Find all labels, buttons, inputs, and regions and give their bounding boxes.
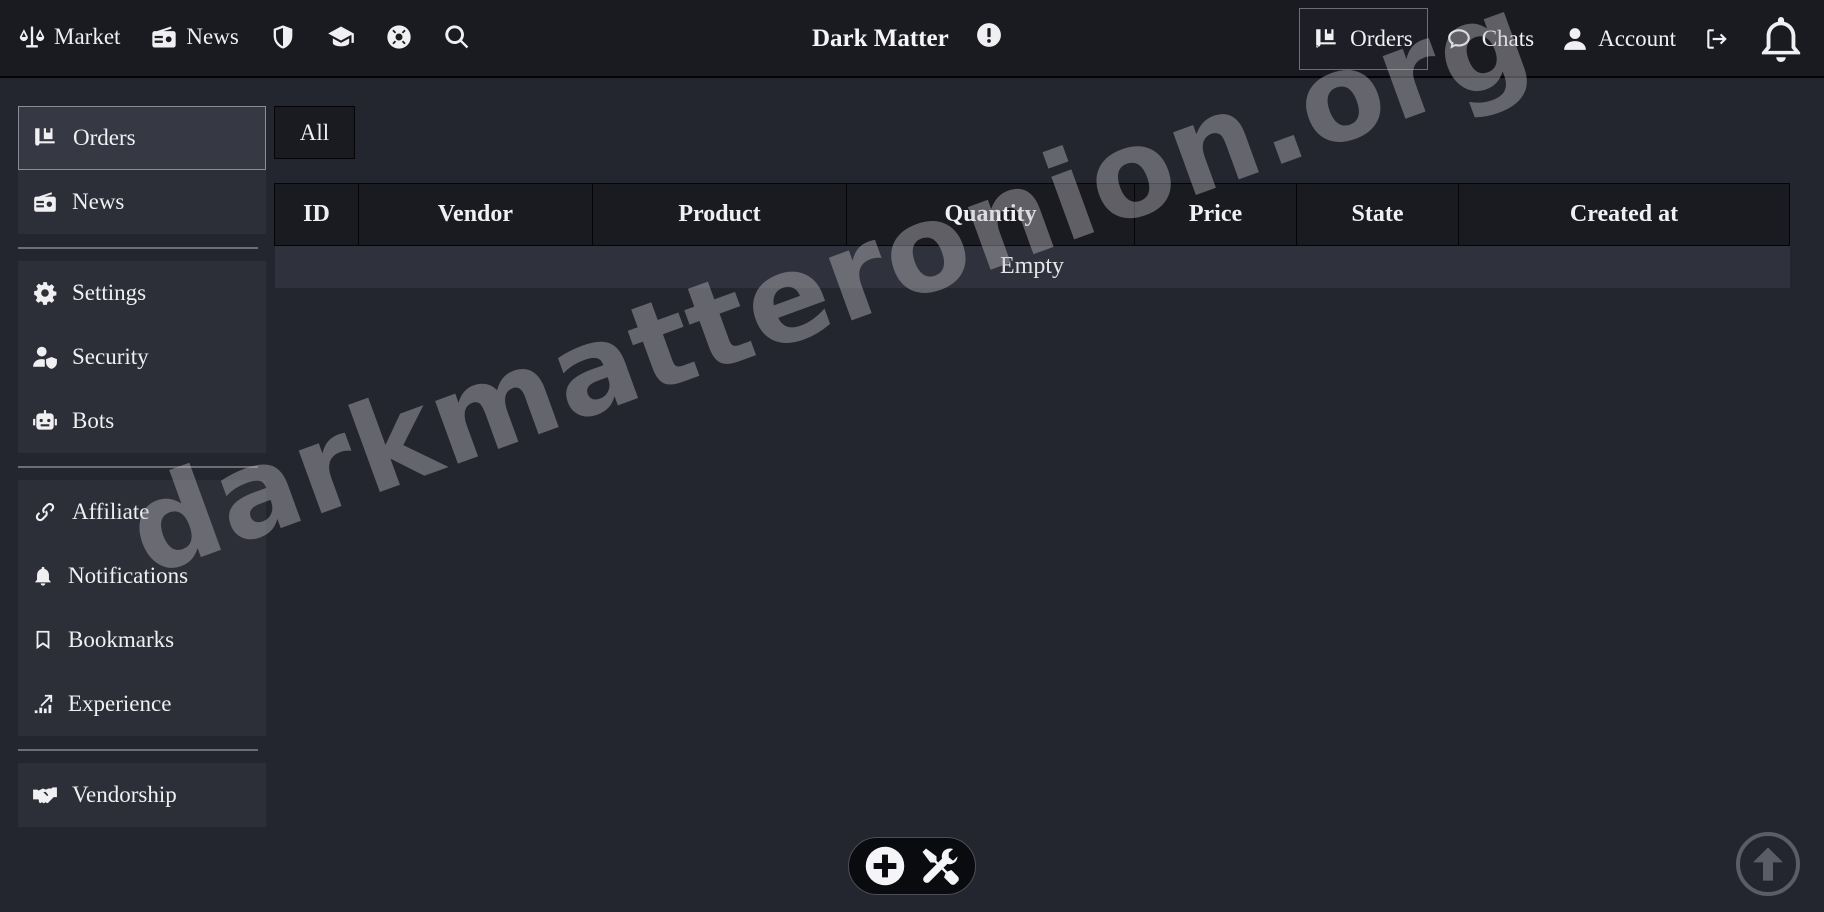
nav-news-label: News	[186, 24, 239, 49]
table-header-row: ID Vendor Product Quantity Price State C…	[274, 183, 1790, 246]
column-header-quantity[interactable]: Quantity	[846, 183, 1135, 246]
sidebar-item-security[interactable]: Security	[18, 325, 266, 389]
column-header-price[interactable]: Price	[1134, 183, 1297, 246]
chat-bubble-icon	[1447, 29, 1470, 49]
sidebar-item-affiliate[interactable]: Affiliate	[18, 480, 266, 544]
column-header-product[interactable]: Product	[592, 183, 847, 246]
radio-icon	[34, 192, 56, 212]
graduation-cap-icon	[327, 26, 354, 47]
arrow-up-icon	[1753, 847, 1783, 881]
sidebar-item-news[interactable]: News	[18, 170, 266, 234]
sidebar-group-main: Orders News	[18, 106, 266, 234]
nav-education[interactable]	[327, 0, 355, 74]
nav-shield[interactable]	[269, 0, 297, 74]
sidebar-item-experience[interactable]: Experience	[18, 672, 266, 736]
user-icon	[1564, 28, 1586, 50]
orders-panel: All ID Vendor Product Quantity Price Sta…	[274, 106, 1792, 288]
sidebar-item-bots[interactable]: Bots	[18, 389, 266, 453]
tools-icon[interactable]	[919, 845, 961, 887]
nav-orders-label: Orders	[1350, 26, 1413, 51]
sidebar-group-settings: Settings Security Bots	[18, 261, 266, 453]
shield-icon	[273, 25, 293, 49]
bookmark-icon	[36, 630, 50, 650]
nav-account-label: Account	[1598, 26, 1676, 51]
radio-icon	[152, 26, 177, 48]
top-navbar: Market News Dark Matter Orders Chats Acc…	[0, 0, 1824, 78]
logout-icon	[1707, 29, 1727, 49]
sidebar: Orders News Settings Security Bots Affil…	[18, 106, 266, 827]
sidebar-item-label: Bots	[72, 408, 115, 433]
nav-left: Market News	[18, 0, 501, 74]
notification-bell-icon[interactable]	[1758, 14, 1804, 64]
chart-growth-icon	[34, 694, 53, 714]
sidebar-item-label: Notifications	[68, 563, 189, 588]
floating-toolbar	[848, 837, 976, 895]
sidebar-item-notifications[interactable]: Notifications	[18, 544, 266, 608]
nav-chats[interactable]: Chats	[1432, 8, 1548, 70]
column-header-created-at[interactable]: Created at	[1458, 183, 1790, 246]
sidebar-item-label: Affiliate	[72, 499, 150, 524]
handshake-icon	[33, 787, 57, 804]
watermark-text: darkmatteronion.org	[110, 0, 1549, 604]
plus-circle-icon[interactable]	[864, 845, 906, 887]
sidebar-item-label: Vendorship	[72, 782, 177, 807]
sidebar-group-extras: Affiliate Notifications Bookmarks Experi…	[18, 480, 266, 736]
nav-logout[interactable]	[1690, 8, 1744, 70]
column-header-vendor[interactable]: Vendor	[358, 183, 593, 246]
search-icon	[445, 25, 469, 49]
nav-market[interactable]: Market	[18, 0, 120, 74]
life-ring-icon	[387, 25, 411, 49]
sidebar-item-label: Bookmarks	[68, 627, 175, 652]
brand-title[interactable]: Dark Matter	[812, 0, 949, 78]
nav-market-label: Market	[54, 24, 121, 49]
orders-table: ID Vendor Product Quantity Price State C…	[274, 183, 1790, 288]
sidebar-divider	[18, 749, 258, 751]
filter-tab-all[interactable]: All	[274, 106, 355, 159]
sidebar-divider	[18, 466, 258, 468]
table-row: Empty	[274, 245, 1790, 288]
scroll-to-top-button[interactable]	[1736, 832, 1800, 896]
empty-state-text: Empty	[274, 245, 1790, 288]
sidebar-divider	[18, 247, 258, 249]
nav-account[interactable]: Account	[1548, 8, 1690, 70]
nav-orders[interactable]: Orders	[1299, 8, 1428, 70]
sidebar-item-orders[interactable]: Orders	[18, 106, 266, 170]
sidebar-item-bookmarks[interactable]: Bookmarks	[18, 608, 266, 672]
sidebar-item-label: Settings	[72, 280, 147, 305]
exclamation-circle-icon[interactable]	[976, 22, 1002, 48]
bell-icon	[35, 566, 51, 586]
gear-icon	[34, 282, 57, 305]
robot-icon	[33, 410, 57, 430]
nav-news[interactable]: News	[150, 0, 239, 74]
nav-search[interactable]	[443, 0, 471, 74]
sidebar-item-settings[interactable]: Settings	[18, 261, 266, 325]
user-shield-icon	[33, 346, 57, 369]
column-header-id[interactable]: ID	[274, 183, 359, 246]
link-icon	[35, 502, 55, 522]
scale-icon	[19, 26, 45, 48]
sidebar-item-vendorship[interactable]: Vendorship	[18, 763, 266, 827]
nav-right: Orders Chats Account	[1299, 0, 1824, 78]
dolly-icon	[1316, 29, 1336, 48]
sidebar-group-vendor: Vendorship	[18, 763, 266, 827]
dolly-icon	[35, 128, 55, 146]
sidebar-item-label: News	[72, 189, 125, 214]
nav-chats-label: Chats	[1481, 26, 1535, 51]
sidebar-item-label: Experience	[68, 691, 172, 716]
sidebar-item-label: Orders	[73, 125, 136, 150]
sidebar-item-label: Security	[72, 344, 149, 369]
nav-support[interactable]	[385, 0, 413, 74]
column-header-state[interactable]: State	[1296, 183, 1459, 246]
